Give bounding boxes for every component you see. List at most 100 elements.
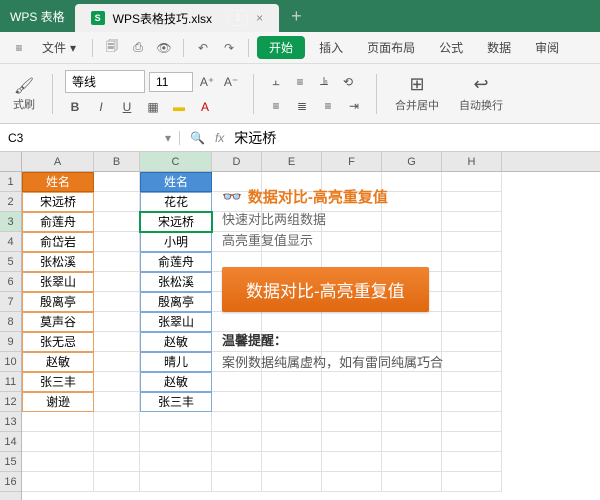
row-header-2[interactable]: 2 xyxy=(0,192,21,212)
tab-start[interactable]: 开始 xyxy=(257,36,305,59)
tab-insert[interactable]: 插入 xyxy=(309,39,353,56)
bold-button[interactable]: B xyxy=(65,97,85,117)
cell-A14[interactable] xyxy=(22,432,94,452)
cell-E15[interactable] xyxy=(262,452,322,472)
new-tab-button[interactable]: + xyxy=(279,6,314,27)
cell-D10[interactable] xyxy=(212,352,262,372)
cell-D2[interactable] xyxy=(212,192,262,212)
cell-C14[interactable] xyxy=(140,432,212,452)
save-icon[interactable]: 🗐 xyxy=(101,37,123,59)
cell-A5[interactable]: 张松溪 xyxy=(22,252,94,272)
col-header-B[interactable]: B xyxy=(94,152,140,171)
cell-C5[interactable]: 俞莲舟 xyxy=(140,252,212,272)
row-header-11[interactable]: 11 xyxy=(0,372,21,392)
wrap-button[interactable]: ↩ 自动换行 xyxy=(453,74,509,113)
cell-D3[interactable] xyxy=(212,212,262,232)
align-right-icon[interactable]: ≡ xyxy=(318,96,338,116)
row-header-6[interactable]: 6 xyxy=(0,272,21,292)
cell-H5[interactable] xyxy=(442,252,502,272)
cell-C1[interactable]: 姓名 xyxy=(140,172,212,192)
cell-G1[interactable] xyxy=(382,172,442,192)
cell-F8[interactable] xyxy=(322,312,382,332)
row-header-8[interactable]: 8 xyxy=(0,312,21,332)
cell-F12[interactable] xyxy=(322,392,382,412)
cell-B8[interactable] xyxy=(94,312,140,332)
cell-E9[interactable] xyxy=(262,332,322,352)
cell-E1[interactable] xyxy=(262,172,322,192)
cell-H16[interactable] xyxy=(442,472,502,492)
col-header-A[interactable]: A xyxy=(22,152,94,171)
cell-C16[interactable] xyxy=(140,472,212,492)
cell-B3[interactable] xyxy=(94,212,140,232)
col-header-E[interactable]: E xyxy=(262,152,322,171)
select-all-corner[interactable] xyxy=(0,152,21,172)
col-header-D[interactable]: D xyxy=(212,152,262,171)
cell-A7[interactable]: 殷离亭 xyxy=(22,292,94,312)
cell-A4[interactable]: 俞岱岩 xyxy=(22,232,94,252)
cell-C13[interactable] xyxy=(140,412,212,432)
cell-E8[interactable] xyxy=(262,312,322,332)
cell-A2[interactable]: 宋远桥 xyxy=(22,192,94,212)
cell-E4[interactable] xyxy=(262,232,322,252)
tab-data[interactable]: 数据 xyxy=(477,39,521,56)
row-header-12[interactable]: 12 xyxy=(0,392,21,412)
cell-B16[interactable] xyxy=(94,472,140,492)
cell-H4[interactable] xyxy=(442,232,502,252)
cell-G3[interactable] xyxy=(382,212,442,232)
cell-C10[interactable]: 晴儿 xyxy=(140,352,212,372)
cell-B9[interactable] xyxy=(94,332,140,352)
fill-color-icon[interactable]: ▬ xyxy=(169,97,189,117)
cell-C3[interactable]: 宋远桥 xyxy=(140,212,212,232)
cell-C11[interactable]: 赵敏 xyxy=(140,372,212,392)
increase-font-icon[interactable]: A⁺ xyxy=(197,72,217,92)
align-bottom-icon[interactable]: ⫡ xyxy=(314,72,334,92)
redo-icon[interactable]: ↷ xyxy=(218,37,240,59)
cell-H9[interactable] xyxy=(442,332,502,352)
cell-D15[interactable] xyxy=(212,452,262,472)
cell-G4[interactable] xyxy=(382,232,442,252)
cell-H3[interactable] xyxy=(442,212,502,232)
cell-E2[interactable] xyxy=(262,192,322,212)
cell-G2[interactable] xyxy=(382,192,442,212)
row-header-13[interactable]: 13 xyxy=(0,412,21,432)
cell-E12[interactable] xyxy=(262,392,322,412)
cell-A11[interactable]: 张三丰 xyxy=(22,372,94,392)
cell-A16[interactable] xyxy=(22,472,94,492)
cell-G11[interactable] xyxy=(382,372,442,392)
search-icon[interactable]: 🔍 xyxy=(190,131,205,145)
row-header-5[interactable]: 5 xyxy=(0,252,21,272)
align-center-icon[interactable]: ≣ xyxy=(292,96,312,116)
cell-E11[interactable] xyxy=(262,372,322,392)
cell-F3[interactable] xyxy=(322,212,382,232)
cell-C15[interactable] xyxy=(140,452,212,472)
cell-F15[interactable] xyxy=(322,452,382,472)
cell-G12[interactable] xyxy=(382,392,442,412)
cell-G10[interactable] xyxy=(382,352,442,372)
cell-G16[interactable] xyxy=(382,472,442,492)
row-header-15[interactable]: 15 xyxy=(0,452,21,472)
document-tab[interactable]: S WPS表格技巧.xlsx 1 × xyxy=(75,4,279,32)
tab-review[interactable]: 审阅 xyxy=(525,39,569,56)
cell-F10[interactable] xyxy=(322,352,382,372)
cell-H10[interactable] xyxy=(442,352,502,372)
orientation-icon[interactable]: ⟲ xyxy=(338,72,358,92)
italic-button[interactable]: I xyxy=(91,97,111,117)
cell-H1[interactable] xyxy=(442,172,502,192)
cell-D4[interactable] xyxy=(212,232,262,252)
font-select[interactable]: 等线 xyxy=(65,70,145,93)
cell-F16[interactable] xyxy=(322,472,382,492)
merge-button[interactable]: ⊞ 合并居中 xyxy=(389,74,445,113)
row-header-3[interactable]: 3 xyxy=(0,212,21,232)
cell-F2[interactable] xyxy=(322,192,382,212)
cell-A12[interactable]: 谢逊 xyxy=(22,392,94,412)
row-header-7[interactable]: 7 xyxy=(0,292,21,312)
row-header-1[interactable]: 1 xyxy=(0,172,21,192)
border-icon[interactable]: ▦ xyxy=(143,97,163,117)
cell-C8[interactable]: 张翠山 xyxy=(140,312,212,332)
row-header-10[interactable]: 10 xyxy=(0,352,21,372)
cell-E14[interactable] xyxy=(262,432,322,452)
cell-E13[interactable] xyxy=(262,412,322,432)
cell-G13[interactable] xyxy=(382,412,442,432)
cell-A9[interactable]: 张无忌 xyxy=(22,332,94,352)
cell-A15[interactable] xyxy=(22,452,94,472)
